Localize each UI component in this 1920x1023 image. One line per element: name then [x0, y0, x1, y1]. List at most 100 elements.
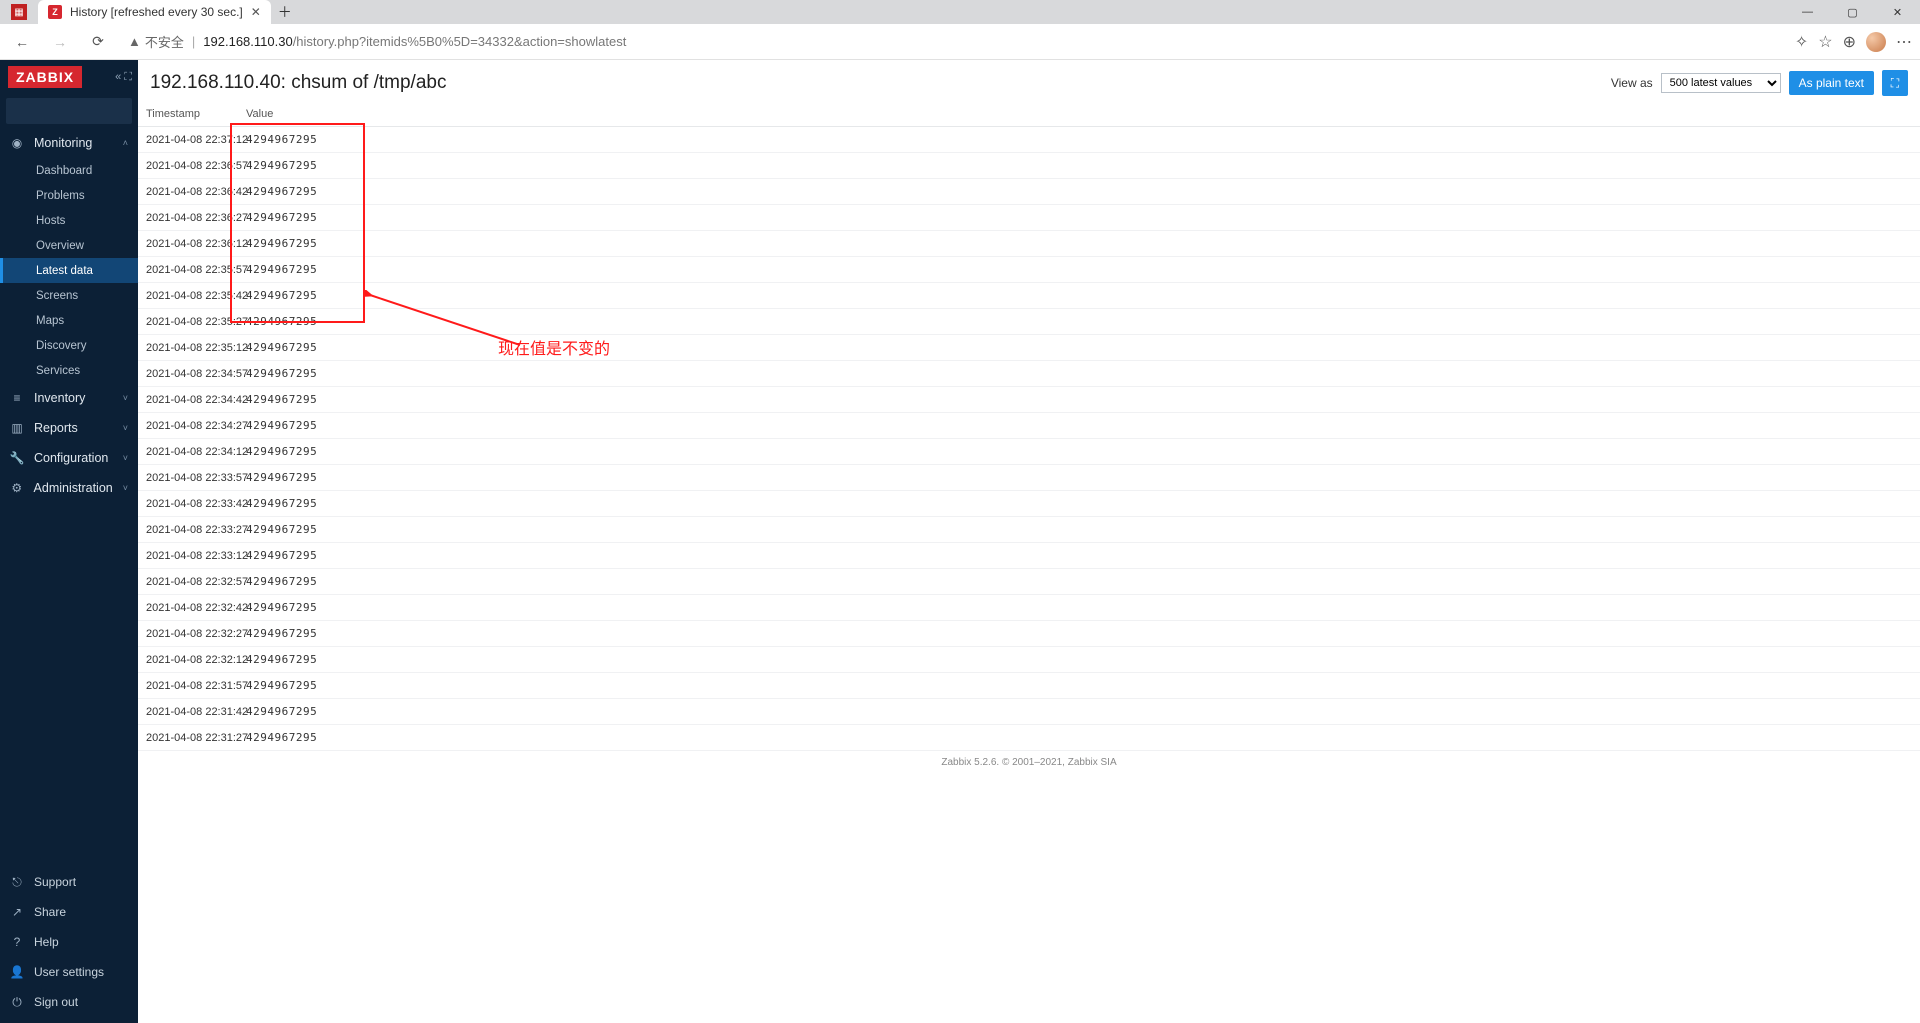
cell-timestamp: 2021-04-08 22:36:42 — [138, 179, 238, 205]
cell-value: 4294967295 — [238, 491, 1920, 517]
table-row[interactable]: 2021-04-08 22:32:424294967295 — [138, 595, 1920, 621]
insecure-badge: ▲ 不安全 — [128, 32, 184, 51]
nav-administration[interactable]: ⚙ Administration ˅ — [0, 473, 138, 503]
zabbix-logo[interactable]: ZABBIX — [8, 66, 82, 88]
cell-value: 4294967295 — [238, 205, 1920, 231]
profile-avatar-icon[interactable] — [1866, 32, 1886, 52]
page-header: 192.168.110.40: chsum of /tmp/abc View a… — [138, 60, 1920, 102]
window-controls: — ▢ ✕ — [1785, 0, 1920, 24]
sidebar-user-settings[interactable]: 👤User settings — [0, 957, 138, 987]
cell-value: 4294967295 — [238, 621, 1920, 647]
sidebar-collapse-icons[interactable]: « ⛶ — [115, 71, 132, 84]
cell-value: 4294967295 — [238, 517, 1920, 543]
table-row[interactable]: 2021-04-08 22:32:274294967295 — [138, 621, 1920, 647]
table-row[interactable]: 2021-04-08 22:35:274294967295 — [138, 309, 1920, 335]
sidebar-item-services[interactable]: Services — [0, 358, 138, 383]
table-row[interactable]: 2021-04-08 22:34:124294967295 — [138, 439, 1920, 465]
nav-reload-button[interactable]: ⟳ — [84, 28, 112, 56]
sidebar-share[interactable]: ↗Share — [0, 897, 138, 927]
table-row[interactable]: 2021-04-08 22:36:574294967295 — [138, 153, 1920, 179]
cell-value: 4294967295 — [238, 673, 1920, 699]
chevron-down-icon: ˅ — [123, 453, 128, 463]
sidebar-sign-out[interactable]: ⏻Sign out — [0, 987, 138, 1017]
chevron-up-icon: ˄ — [123, 138, 128, 148]
sidebar-bottom-label: User settings — [34, 965, 104, 979]
favorite-icon[interactable]: ☆ — [1818, 32, 1832, 52]
nav-forward-button[interactable]: → — [46, 28, 74, 56]
nav-reports[interactable]: ▥ Reports ˅ — [0, 413, 138, 443]
tab-close-icon[interactable]: ✕ — [251, 5, 261, 19]
nav-inventory[interactable]: ≡ Inventory ˅ — [0, 383, 138, 413]
nav-configuration[interactable]: 🔧 Configuration ˅ — [0, 443, 138, 473]
address-bar: ← → ⟳ ▲ 不安全 | 192.168.110.30/history.php… — [0, 24, 1920, 60]
table-row[interactable]: 2021-04-08 22:31:424294967295 — [138, 699, 1920, 725]
cell-timestamp: 2021-04-08 22:32:12 — [138, 647, 238, 673]
table-row[interactable]: 2021-04-08 22:36:274294967295 — [138, 205, 1920, 231]
sidebar-item-hosts[interactable]: Hosts — [0, 208, 138, 233]
collections-icon[interactable]: ⊕ — [1843, 32, 1856, 52]
main-content: 192.168.110.40: chsum of /tmp/abc View a… — [138, 60, 1920, 1023]
nav-monitoring-label: Monitoring — [34, 136, 92, 150]
table-row[interactable]: 2021-04-08 22:31:574294967295 — [138, 673, 1920, 699]
table-row[interactable]: 2021-04-08 22:34:574294967295 — [138, 361, 1920, 387]
url-field[interactable]: ▲ 不安全 | 192.168.110.30/history.php?itemi… — [122, 32, 1785, 51]
cell-timestamp: 2021-04-08 22:35:57 — [138, 257, 238, 283]
browser-menu-icon[interactable]: ⋯ — [1896, 32, 1912, 52]
table-row[interactable]: 2021-04-08 22:33:274294967295 — [138, 517, 1920, 543]
table-row[interactable]: 2021-04-08 22:34:424294967295 — [138, 387, 1920, 413]
cell-timestamp: 2021-04-08 22:31:57 — [138, 673, 238, 699]
sidebar-support[interactable]: ⎋Support — [0, 867, 138, 897]
table-row[interactable]: 2021-04-08 22:33:124294967295 — [138, 543, 1920, 569]
table-row[interactable]: 2021-04-08 22:34:274294967295 — [138, 413, 1920, 439]
cell-timestamp: 2021-04-08 22:36:27 — [138, 205, 238, 231]
sidebar-item-problems[interactable]: Problems — [0, 183, 138, 208]
history-table: Timestamp Value 2021-04-08 22:37:1242949… — [138, 102, 1920, 751]
table-row[interactable]: 2021-04-08 22:31:274294967295 — [138, 725, 1920, 751]
cell-timestamp: 2021-04-08 22:33:42 — [138, 491, 238, 517]
nav-monitoring-sub: DashboardProblemsHostsOverviewLatest dat… — [0, 158, 138, 383]
sidebar-search[interactable]: 🔍 — [6, 98, 132, 124]
table-row[interactable]: 2021-04-08 22:33:574294967295 — [138, 465, 1920, 491]
table-row[interactable]: 2021-04-08 22:35:124294967295 — [138, 335, 1920, 361]
sidebar-item-overview[interactable]: Overview — [0, 233, 138, 258]
gear-icon: ⚙ — [10, 481, 24, 495]
browser-tab[interactable]: Z History [refreshed every 30 sec.] ✕ — [38, 0, 271, 24]
window-minimize-icon[interactable]: — — [1785, 0, 1830, 24]
sidebar-help[interactable]: ?Help — [0, 927, 138, 957]
table-row[interactable]: 2021-04-08 22:36:424294967295 — [138, 179, 1920, 205]
view-as-label: View as — [1611, 76, 1653, 90]
cell-value: 4294967295 — [238, 127, 1920, 153]
window-maximize-icon[interactable]: ▢ — [1830, 0, 1875, 24]
view-as-select[interactable]: 500 latest values — [1661, 73, 1781, 93]
fullscreen-button[interactable]: ⛶ — [1882, 70, 1908, 96]
addressbar-actions: ✧ ☆ ⊕ ⋯ — [1795, 32, 1912, 52]
sidebar-item-screens[interactable]: Screens — [0, 283, 138, 308]
table-row[interactable]: 2021-04-08 22:35:574294967295 — [138, 257, 1920, 283]
sidebar-bottom-label: Support — [34, 875, 76, 889]
sidebar-item-dashboard[interactable]: Dashboard — [0, 158, 138, 183]
table-row[interactable]: 2021-04-08 22:32:124294967295 — [138, 647, 1920, 673]
page-controls: View as 500 latest values As plain text … — [1611, 70, 1908, 96]
sidebar-item-discovery[interactable]: Discovery — [0, 333, 138, 358]
table-row[interactable]: 2021-04-08 22:32:574294967295 — [138, 569, 1920, 595]
table-row[interactable]: 2021-04-08 22:37:124294967295 — [138, 127, 1920, 153]
cell-timestamp: 2021-04-08 22:32:57 — [138, 569, 238, 595]
as-plain-text-button[interactable]: As plain text — [1789, 71, 1874, 95]
warning-icon: ▲ — [128, 34, 141, 49]
browser-chrome: ▦ Z History [refreshed every 30 sec.] ✕ … — [0, 0, 1920, 60]
new-tab-button[interactable]: ＋ — [271, 0, 299, 24]
sidebar: ZABBIX « ⛶ 🔍 ◉ Monitoring ˄ DashboardPro… — [0, 60, 138, 1023]
cell-timestamp: 2021-04-08 22:35:27 — [138, 309, 238, 335]
cell-value: 4294967295 — [238, 231, 1920, 257]
cell-value: 4294967295 — [238, 647, 1920, 673]
table-row[interactable]: 2021-04-08 22:33:424294967295 — [138, 491, 1920, 517]
window-close-icon[interactable]: ✕ — [1875, 0, 1920, 24]
cell-value: 4294967295 — [238, 153, 1920, 179]
sidebar-item-maps[interactable]: Maps — [0, 308, 138, 333]
table-row[interactable]: 2021-04-08 22:36:124294967295 — [138, 231, 1920, 257]
table-row[interactable]: 2021-04-08 22:35:424294967295 — [138, 283, 1920, 309]
nav-monitoring[interactable]: ◉ Monitoring ˄ — [0, 128, 138, 158]
reader-icon[interactable]: ✧ — [1795, 32, 1808, 52]
nav-back-button[interactable]: ← — [8, 28, 36, 56]
sidebar-item-latest-data[interactable]: Latest data — [0, 258, 138, 283]
